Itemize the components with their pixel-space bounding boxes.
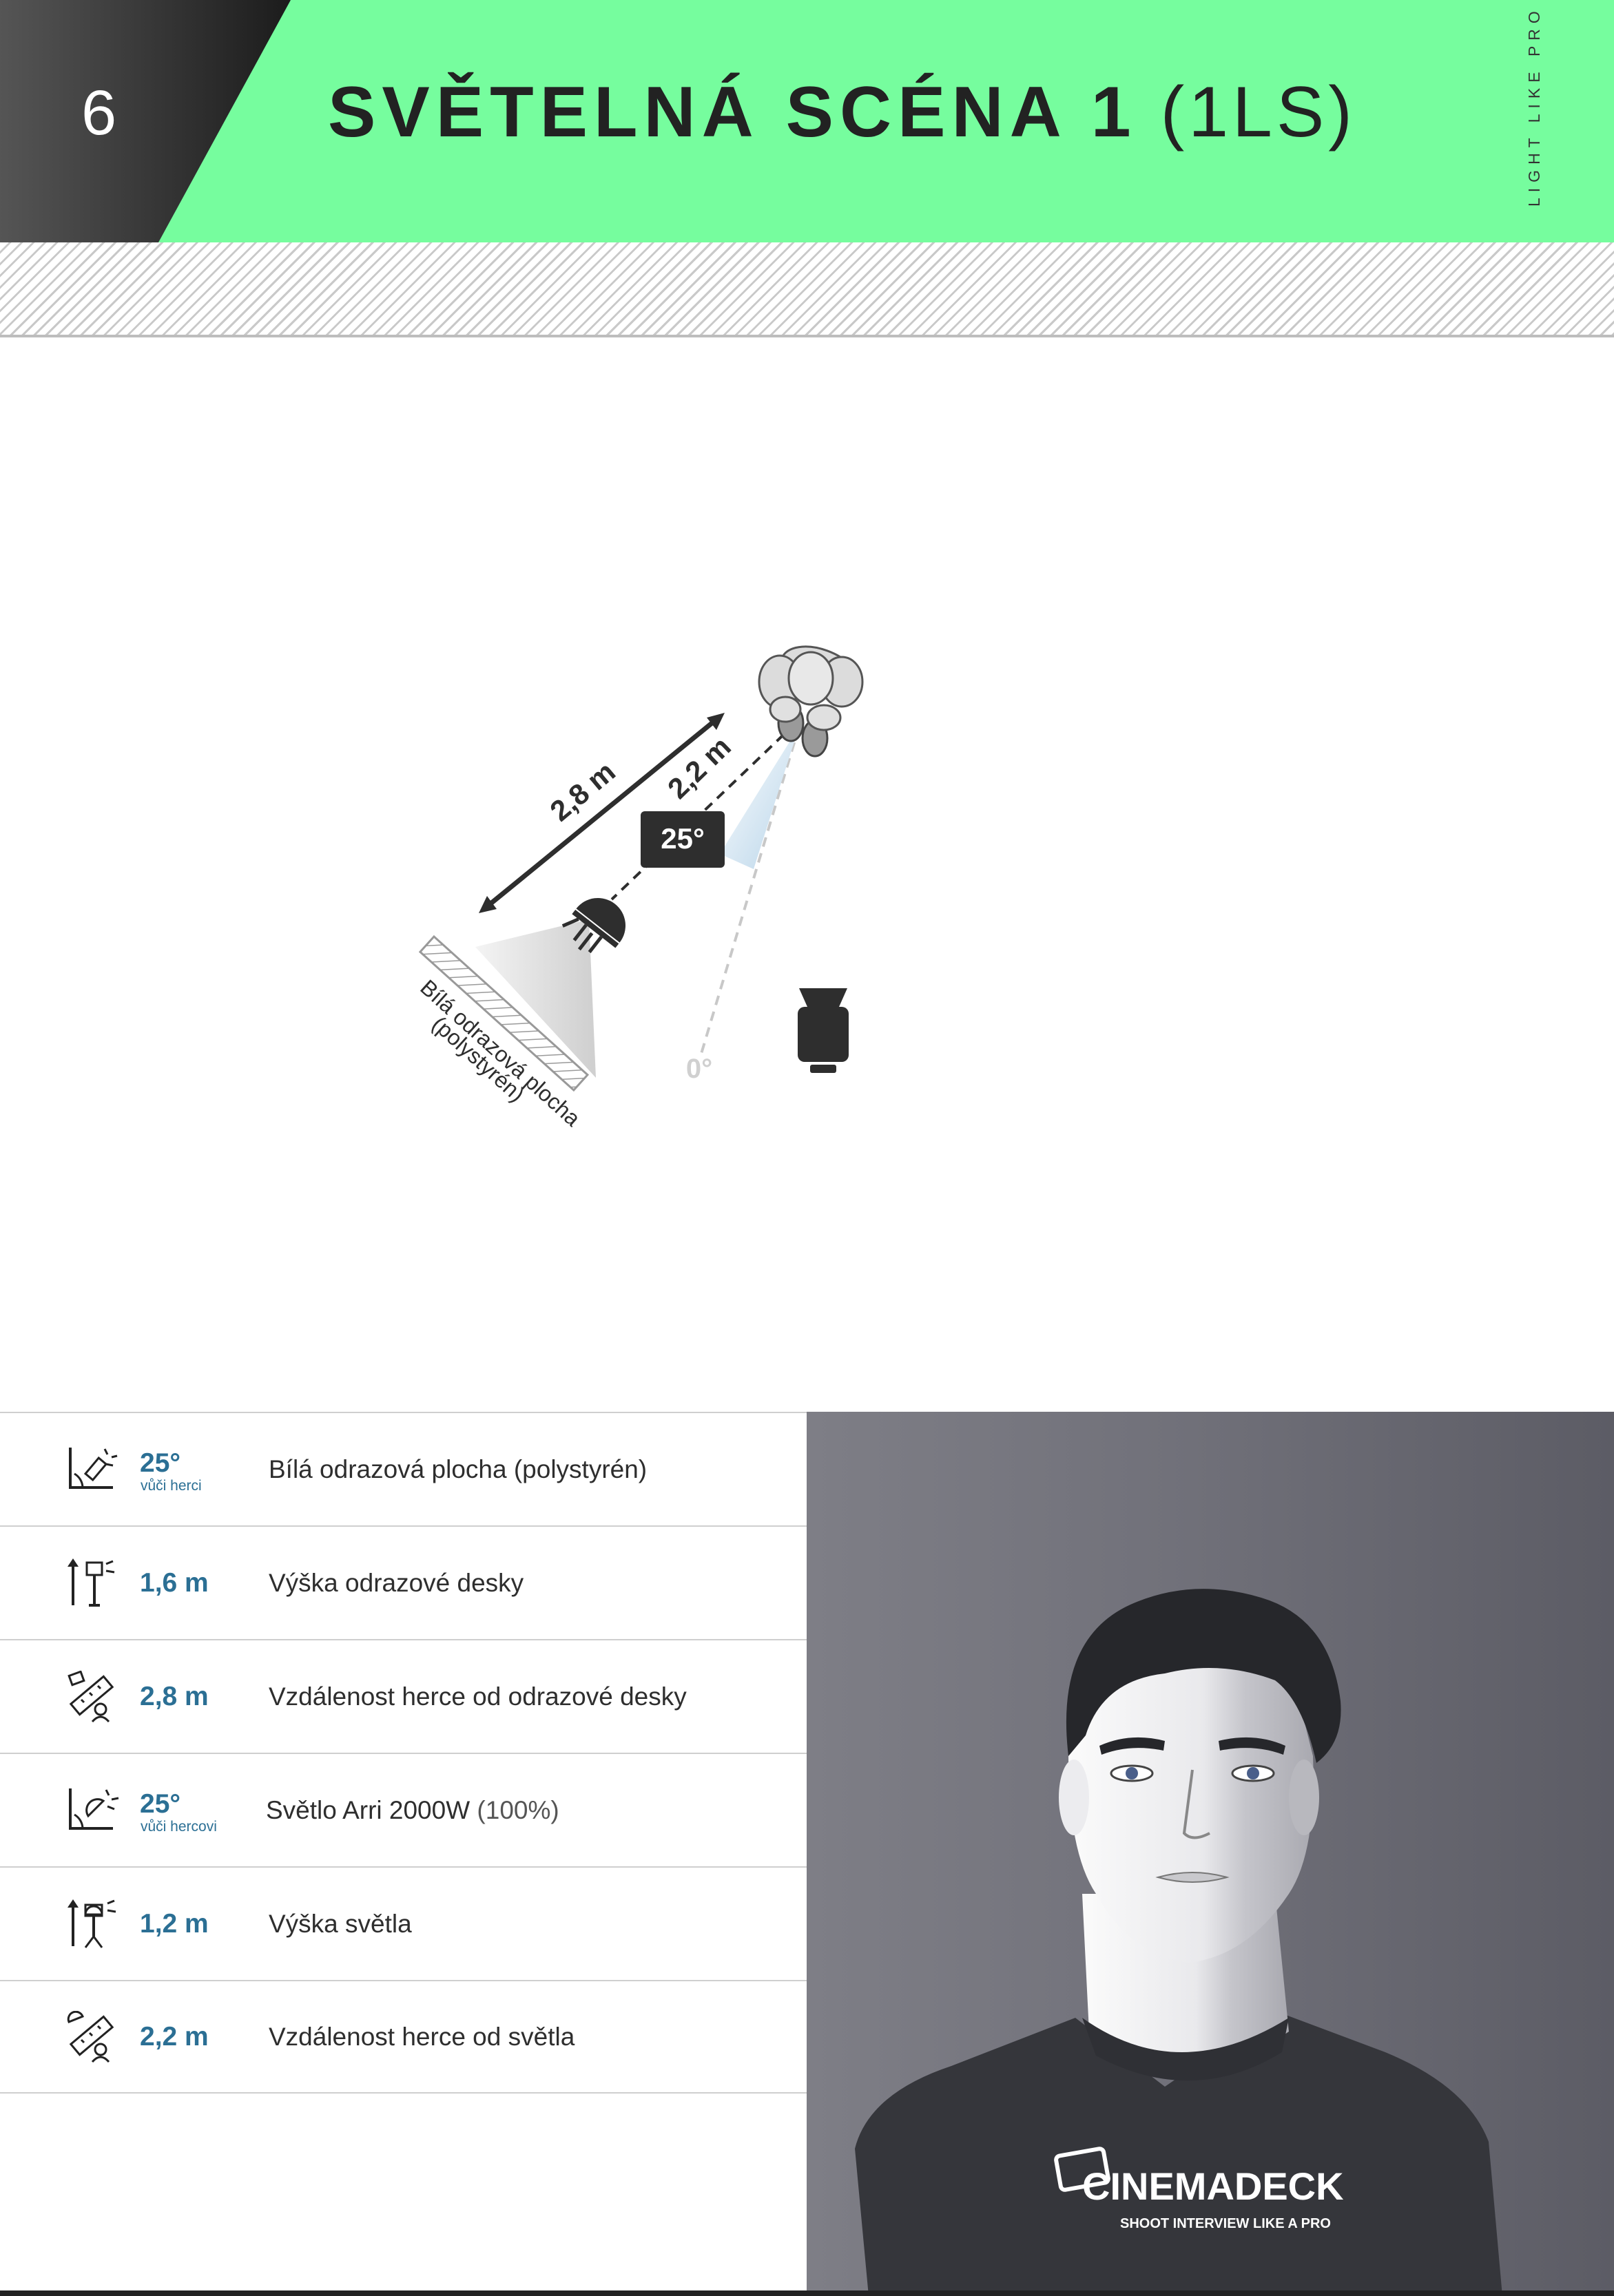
- spec-label: Vzdálenost herce od odrazové desky: [269, 1682, 687, 1711]
- angle-wedge: [720, 727, 799, 869]
- zero-axis-line: [700, 726, 800, 1054]
- spec-label: Výška světla: [269, 1909, 412, 1938]
- distance-light-label: 2,2 m: [661, 730, 737, 804]
- spec-value: 25°: [140, 1448, 180, 1478]
- title-main: SVĚTELNÁ SCÉNA 1: [328, 72, 1137, 152]
- actor-portrait: CINEMADECK SHOOT INTERVIEW LIKE A PRO: [807, 1412, 1614, 2296]
- zero-angle-label: 0°: [686, 1054, 712, 1084]
- spec-value: 2,2 m: [140, 2021, 209, 2052]
- spec-label: Bílá odrazová plocha (polystyrén): [269, 1454, 648, 1483]
- distance-reflector-label: 2,8 m: [544, 755, 621, 827]
- page-header: 6 SVĚTELNÁ SCÉNA 1 (1LS) LIGHT LIKE PRO: [0, 0, 1614, 242]
- camera-icon: [798, 988, 849, 1073]
- reflector-angle-icon: [69, 1447, 118, 1489]
- brand-name: CINEMADECK: [1082, 2164, 1344, 2208]
- bottom-rule: [0, 2290, 1614, 2296]
- light-height-icon: [68, 1899, 116, 1948]
- spec-label: Vzdálenost herce od světla: [269, 2022, 575, 2051]
- spec-row-reflector-angle: 25° vůči herci Bílá odrazová plocha (pol…: [0, 1412, 807, 1525]
- spec-label: Výška odrazové desky: [269, 1568, 524, 1597]
- spec-row-reflector-height: 1,6 m Výška odrazové desky: [0, 1525, 807, 1639]
- spec-row-reflector-distance: 2,8 m Vzdálenost herce od odrazové desky: [0, 1639, 807, 1753]
- spec-table: 25° vůči herci Bílá odrazová plocha (pol…: [0, 1412, 807, 2094]
- title-code: (1LS): [1160, 72, 1356, 152]
- spec-value: 25°: [140, 1788, 180, 1819]
- header-stripe-band: [0, 242, 1614, 337]
- reflector-distance-icon: [68, 1670, 114, 1722]
- diagram-canvas: 2,8 m 2,2 m 25° 0° Bílá odrazová plocha …: [415, 645, 864, 1131]
- spec-value: 1,2 m: [140, 1908, 209, 1939]
- light-distance-icon: [67, 2010, 114, 2063]
- angle-badge-text: 25°: [661, 822, 705, 855]
- reflector-height-icon: [68, 1558, 115, 1607]
- spec-row-light-angle: 25° vůči hercovi Světlo Arri 2000W (100%…: [0, 1753, 807, 1866]
- spec-label-note: (100%): [477, 1795, 559, 1824]
- light-angle-icon: [69, 1788, 119, 1830]
- side-brand: LIGHT LIKE PRO: [1525, 6, 1543, 207]
- actor-topview-icon: [758, 645, 864, 758]
- page-number: 6: [81, 78, 117, 148]
- page-title: SVĚTELNÁ SCÉNA 1 (1LS): [328, 72, 1356, 154]
- spec-label-light: Světlo Arri 2000W (100%): [266, 1796, 559, 1825]
- spec-value: 2,8 m: [140, 1681, 209, 1711]
- spec-row-light-height: 1,2 m Výška světla: [0, 1866, 807, 1980]
- spec-sub: vůči herci: [141, 1477, 202, 1494]
- lighting-diagram: 2,8 m 2,2 m 25° 0° Bílá odrazová plocha …: [0, 335, 1614, 1409]
- spec-value: 1,6 m: [140, 1567, 209, 1598]
- portrait-illustration: CINEMADECK SHOOT INTERVIEW LIKE A PRO: [855, 1589, 1502, 2296]
- spec-row-light-distance: 2,2 m Vzdálenost herce od světla: [0, 1980, 807, 2094]
- spec-sub: vůči hercovi: [141, 1818, 217, 1835]
- brand-tagline: SHOOT INTERVIEW LIKE A PRO: [1120, 2216, 1331, 2231]
- spec-label-text: Světlo Arri 2000W: [266, 1795, 470, 1824]
